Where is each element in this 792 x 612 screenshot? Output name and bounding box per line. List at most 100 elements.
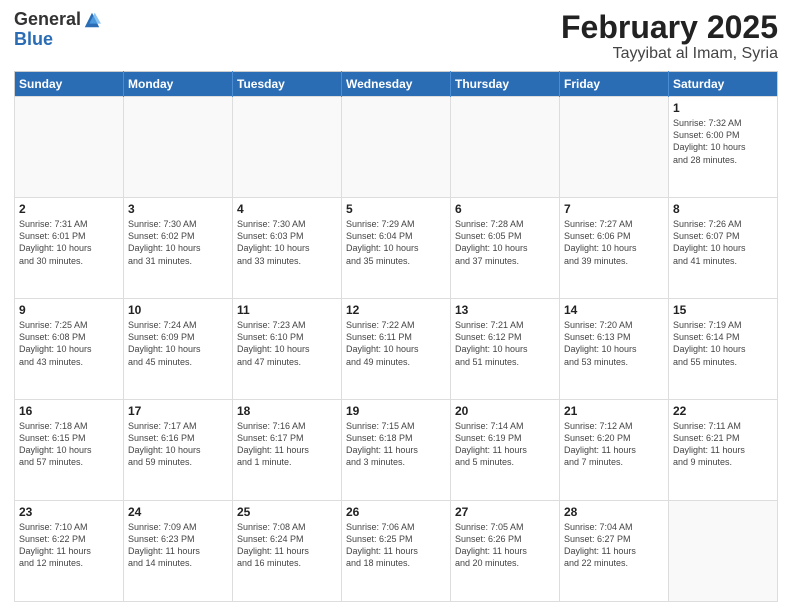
calendar-cell: 19 Sunrise: 7:15 AMSunset: 6:18 PMDayligh… [342, 400, 451, 501]
day-number: 24 [128, 505, 228, 519]
day-number: 16 [19, 404, 119, 418]
day-info: Sunrise: 7:17 AMSunset: 6:16 PMDaylight:… [128, 420, 228, 469]
day-info: Sunrise: 7:25 AMSunset: 6:08 PMDaylight:… [19, 319, 119, 368]
day-info: Sunrise: 7:11 AMSunset: 6:21 PMDaylight:… [673, 420, 773, 469]
calendar-cell [15, 97, 124, 198]
col-wednesday: Wednesday [342, 72, 451, 97]
col-monday: Monday [124, 72, 233, 97]
calendar-cell: 27Sunrise: 7:05 AMSunset: 6:26 PMDayligh… [451, 501, 560, 602]
day-number: 1 [673, 101, 773, 115]
day-number: 28 [564, 505, 664, 519]
calendar-cell [669, 501, 778, 602]
day-info: Sunrise: 7:30 AMSunset: 6:02 PMDaylight:… [128, 218, 228, 267]
day-info: Sunrise: 7:22 AMSunset: 6:11 PMDaylight:… [346, 319, 446, 368]
calendar-cell [124, 97, 233, 198]
calendar-cell: 1 Sunrise: 7:32 AMSunset: 6:00 PMDaylight… [669, 97, 778, 198]
calendar-cell: 11 Sunrise: 7:23 AMSunset: 6:10 PMDayligh… [233, 299, 342, 400]
day-info: Sunrise: 7:05 AMSunset: 6:26 PMDaylight:… [455, 521, 555, 570]
calendar-week-2: 2 Sunrise: 7:31 AMSunset: 6:01 PMDaylight… [15, 198, 778, 299]
calendar-week-5: 23 Sunrise: 7:10 AMSunset: 6:22 PMDayligh… [15, 501, 778, 602]
day-number: 21 [564, 404, 664, 418]
calendar-cell: 9Sunrise: 7:25 AMSunset: 6:08 PMDaylight… [15, 299, 124, 400]
calendar-cell: 3 Sunrise: 7:30 AMSunset: 6:02 PMDaylight… [124, 198, 233, 299]
day-number: 5 [346, 202, 446, 216]
day-number: 6 [455, 202, 555, 216]
day-info: Sunrise: 7:09 AMSunset: 6:23 PMDaylight:… [128, 521, 228, 570]
calendar-week-4: 16 Sunrise: 7:18 AMSunset: 6:15 PMDayligh… [15, 400, 778, 501]
calendar-cell: 13 Sunrise: 7:21 AMSunset: 6:12 PMDayligh… [451, 299, 560, 400]
day-number: 15 [673, 303, 773, 317]
col-tuesday: Tuesday [233, 72, 342, 97]
day-number: 3 [128, 202, 228, 216]
calendar-cell [560, 97, 669, 198]
calendar-cell: 26 Sunrise: 7:06 AMSunset: 6:25 PMDayligh… [342, 501, 451, 602]
logo: General Blue [14, 10, 101, 50]
day-info: Sunrise: 7:06 AMSunset: 6:25 PMDaylight:… [346, 521, 446, 570]
day-number: 19 [346, 404, 446, 418]
day-info: Sunrise: 7:10 AMSunset: 6:22 PMDaylight:… [19, 521, 119, 570]
calendar-header-row: Sunday Monday Tuesday Wednesday Thursday… [15, 72, 778, 97]
calendar-subtitle: Tayyibat al Imam, Syria [561, 45, 778, 63]
calendar-cell: 14 Sunrise: 7:20 AMSunset: 6:13 PMDayligh… [560, 299, 669, 400]
day-number: 8 [673, 202, 773, 216]
day-info: Sunrise: 7:31 AMSunset: 6:01 PMDaylight:… [19, 218, 119, 267]
calendar-table: Sunday Monday Tuesday Wednesday Thursday… [14, 71, 778, 602]
logo-icon [83, 11, 101, 29]
logo-general-text: General [14, 10, 81, 30]
day-info: Sunrise: 7:18 AMSunset: 6:15 PMDaylight:… [19, 420, 119, 469]
day-number: 2 [19, 202, 119, 216]
calendar-cell: 4Sunrise: 7:30 AMSunset: 6:03 PMDaylight… [233, 198, 342, 299]
day-number: 26 [346, 505, 446, 519]
calendar-cell [233, 97, 342, 198]
day-number: 13 [455, 303, 555, 317]
day-info: Sunrise: 7:19 AMSunset: 6:14 PMDaylight:… [673, 319, 773, 368]
calendar-cell: 6Sunrise: 7:28 AMSunset: 6:05 PMDaylight… [451, 198, 560, 299]
day-info: Sunrise: 7:04 AMSunset: 6:27 PMDaylight:… [564, 521, 664, 570]
calendar-cell: 18 Sunrise: 7:16 AMSunset: 6:17 PMDayligh… [233, 400, 342, 501]
calendar-body: 1 Sunrise: 7:32 AMSunset: 6:00 PMDaylight… [15, 97, 778, 602]
calendar-cell [451, 97, 560, 198]
logo-blue-text: Blue [14, 30, 101, 50]
day-number: 14 [564, 303, 664, 317]
day-number: 11 [237, 303, 337, 317]
day-info: Sunrise: 7:26 AMSunset: 6:07 PMDaylight:… [673, 218, 773, 267]
day-number: 7 [564, 202, 664, 216]
day-number: 20 [455, 404, 555, 418]
calendar-title: February 2025 [561, 10, 778, 45]
day-info: Sunrise: 7:08 AMSunset: 6:24 PMDaylight:… [237, 521, 337, 570]
calendar-cell [342, 97, 451, 198]
day-info: Sunrise: 7:20 AMSunset: 6:13 PMDaylight:… [564, 319, 664, 368]
calendar-cell: 24 Sunrise: 7:09 AMSunset: 6:23 PMDayligh… [124, 501, 233, 602]
col-friday: Friday [560, 72, 669, 97]
day-number: 18 [237, 404, 337, 418]
calendar-cell: 7 Sunrise: 7:27 AMSunset: 6:06 PMDaylight… [560, 198, 669, 299]
day-info: Sunrise: 7:32 AMSunset: 6:00 PMDaylight:… [673, 117, 773, 166]
day-info: Sunrise: 7:21 AMSunset: 6:12 PMDaylight:… [455, 319, 555, 368]
calendar-week-3: 9Sunrise: 7:25 AMSunset: 6:08 PMDaylight… [15, 299, 778, 400]
calendar-cell: 28 Sunrise: 7:04 AMSunset: 6:27 PMDayligh… [560, 501, 669, 602]
calendar-cell: 21 Sunrise: 7:12 AMSunset: 6:20 PMDayligh… [560, 400, 669, 501]
calendar-cell: 5Sunrise: 7:29 AMSunset: 6:04 PMDaylight… [342, 198, 451, 299]
calendar-cell: 22Sunrise: 7:11 AMSunset: 6:21 PMDayligh… [669, 400, 778, 501]
col-sunday: Sunday [15, 72, 124, 97]
day-info: Sunrise: 7:23 AMSunset: 6:10 PMDaylight:… [237, 319, 337, 368]
day-info: Sunrise: 7:15 AMSunset: 6:18 PMDaylight:… [346, 420, 446, 469]
day-number: 12 [346, 303, 446, 317]
col-thursday: Thursday [451, 72, 560, 97]
col-saturday: Saturday [669, 72, 778, 97]
day-info: Sunrise: 7:14 AMSunset: 6:19 PMDaylight:… [455, 420, 555, 469]
day-number: 23 [19, 505, 119, 519]
calendar-cell: 23 Sunrise: 7:10 AMSunset: 6:22 PMDayligh… [15, 501, 124, 602]
day-number: 25 [237, 505, 337, 519]
day-info: Sunrise: 7:27 AMSunset: 6:06 PMDaylight:… [564, 218, 664, 267]
day-info: Sunrise: 7:16 AMSunset: 6:17 PMDaylight:… [237, 420, 337, 469]
calendar-cell: 17 Sunrise: 7:17 AMSunset: 6:16 PMDayligh… [124, 400, 233, 501]
calendar-cell: 15 Sunrise: 7:19 AMSunset: 6:14 PMDayligh… [669, 299, 778, 400]
day-info: Sunrise: 7:24 AMSunset: 6:09 PMDaylight:… [128, 319, 228, 368]
calendar-cell: 2 Sunrise: 7:31 AMSunset: 6:01 PMDaylight… [15, 198, 124, 299]
title-block: February 2025 Tayyibat al Imam, Syria [561, 10, 778, 63]
calendar-cell: 20 Sunrise: 7:14 AMSunset: 6:19 PMDayligh… [451, 400, 560, 501]
day-info: Sunrise: 7:12 AMSunset: 6:20 PMDaylight:… [564, 420, 664, 469]
day-number: 17 [128, 404, 228, 418]
calendar-cell: 25 Sunrise: 7:08 AMSunset: 6:24 PMDayligh… [233, 501, 342, 602]
